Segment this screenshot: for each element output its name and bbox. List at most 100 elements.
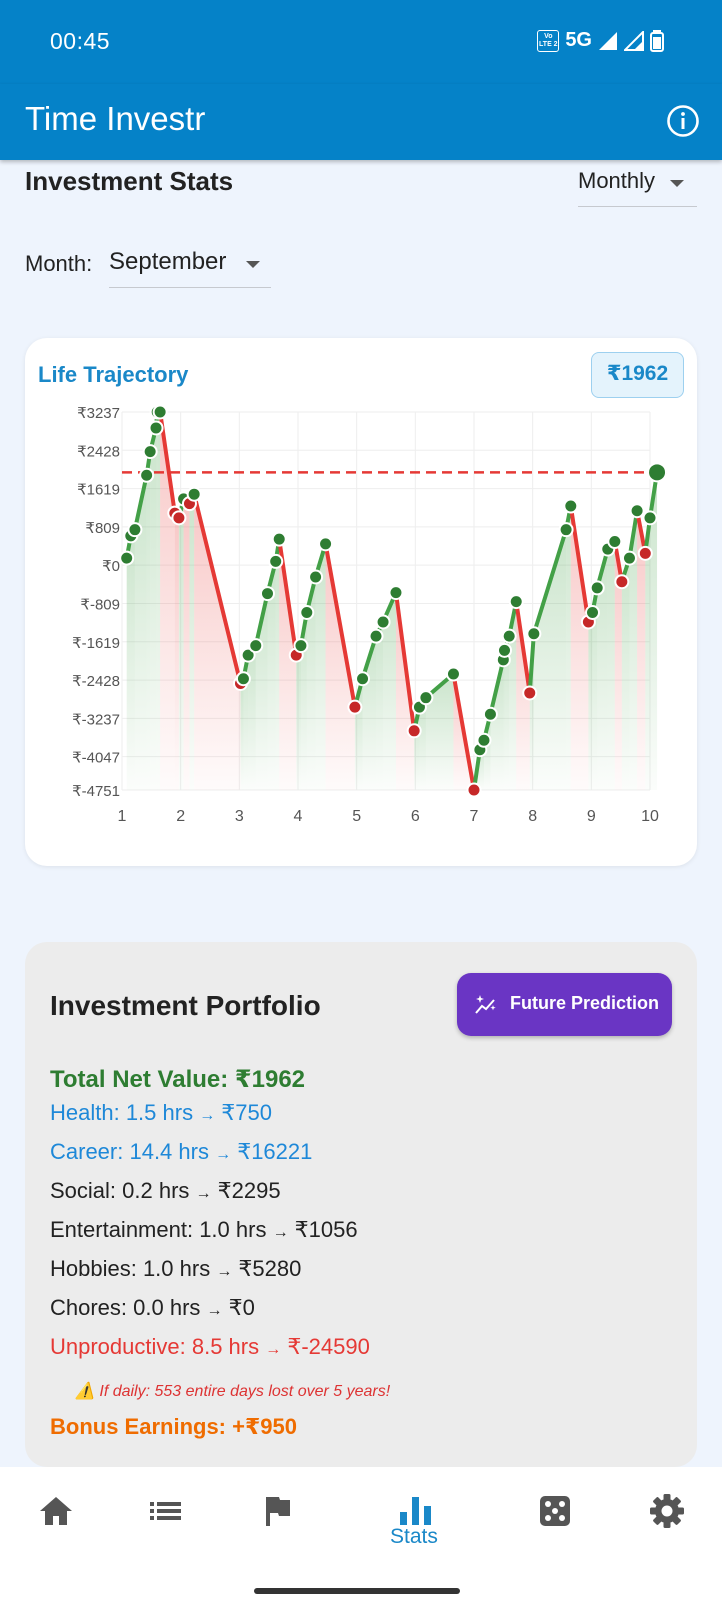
area-segment	[126, 535, 131, 790]
data-point	[637, 545, 653, 561]
network-type: 5G	[565, 29, 592, 51]
area-segment	[570, 506, 589, 790]
portfolio-card: Investment Portfolio Future Prediction T…	[25, 942, 697, 1467]
data-point	[347, 699, 363, 715]
status-time: 00:45	[50, 28, 111, 54]
x-tick-label: 10	[641, 808, 659, 825]
future-prediction-button[interactable]: Future Prediction	[457, 973, 672, 1036]
data-point	[418, 690, 434, 706]
area-segment	[607, 541, 615, 790]
portfolio-row-label: Career: 14.4 hrs	[50, 1139, 216, 1164]
status-bar: 00:45 Vo LTE 2 5G	[0, 0, 722, 84]
area-segment	[157, 412, 161, 790]
portfolio-row-entertainment: Entertainment: 1.0 hrs → ₹1056	[50, 1217, 358, 1243]
total-net-value: Total Net Value: ₹1962	[50, 1066, 306, 1093]
area-segment	[183, 498, 190, 790]
month-select[interactable]: September	[109, 246, 271, 288]
x-tick-label: 6	[411, 808, 420, 825]
area-segment	[275, 539, 280, 790]
area-segment	[174, 513, 179, 790]
data-point	[171, 510, 187, 526]
portfolio-row-label: Entertainment: 1.0 hrs	[50, 1217, 273, 1242]
signal-icon	[599, 31, 617, 50]
y-tick-label: ₹-4751	[72, 783, 120, 800]
chevron-down-icon	[246, 261, 260, 268]
home-icon[interactable]	[36, 1491, 76, 1531]
data-point	[642, 510, 658, 526]
data-point	[148, 420, 164, 436]
arrow-right-icon: →	[265, 1341, 282, 1358]
data-point	[647, 462, 668, 483]
area-segment	[425, 674, 454, 790]
home-indicator	[254, 1588, 460, 1594]
y-tick-label: ₹3237	[77, 405, 120, 422]
bonus-earnings: Bonus Earnings: +₹950	[50, 1414, 297, 1439]
area-segment	[621, 558, 630, 790]
data-point	[466, 782, 482, 798]
portfolio-row-chores: Chores: 0.0 hrs → ₹0	[50, 1295, 255, 1321]
arrow-right-icon: →	[216, 1263, 233, 1280]
x-tick-label: 5	[352, 808, 361, 825]
y-tick-label: ₹-3237	[72, 711, 120, 728]
signal-icon-2	[624, 30, 644, 51]
nav-label-stats[interactable]: Stats	[390, 1525, 438, 1549]
data-point	[607, 534, 623, 550]
portfolio-row-social: Social: 0.2 hrs → ₹2295	[50, 1178, 281, 1204]
gear-icon[interactable]	[647, 1491, 687, 1531]
y-tick-label: ₹-2428	[72, 673, 120, 690]
data-point	[563, 498, 579, 514]
data-point	[142, 444, 158, 460]
data-point	[248, 638, 264, 654]
data-point	[119, 550, 135, 566]
y-tick-label: ₹-4047	[72, 750, 120, 767]
y-tick-label: ₹1619	[77, 482, 120, 499]
portfolio-title: Investment Portfolio	[50, 990, 321, 1021]
data-point	[127, 522, 143, 538]
y-tick-label: ₹-1619	[72, 635, 120, 652]
period-select[interactable]: Monthly	[578, 166, 697, 207]
area-segment	[156, 412, 158, 790]
x-tick-label: 1	[118, 808, 127, 825]
portfolio-row-label: Social: 0.2 hrs	[50, 1178, 196, 1203]
arrow-right-icon: →	[215, 1146, 232, 1163]
chevron-down-icon	[670, 180, 684, 187]
data-point	[271, 531, 287, 547]
area-segment	[240, 678, 244, 790]
data-point	[308, 569, 324, 585]
arrow-right-icon: →	[195, 1185, 212, 1202]
portfolio-row-value: ₹2295	[211, 1178, 281, 1203]
x-tick-label: 9	[587, 808, 596, 825]
arrow-right-icon: →	[272, 1224, 289, 1241]
info-icon[interactable]	[666, 104, 700, 138]
x-tick-label: 3	[235, 808, 244, 825]
data-point	[368, 628, 384, 644]
area-segment	[130, 529, 135, 790]
data-point	[522, 685, 538, 701]
data-point	[186, 486, 202, 502]
battery-icon	[650, 29, 664, 52]
flag-icon[interactable]	[257, 1491, 297, 1531]
area-segment	[503, 650, 505, 790]
x-tick-label: 4	[294, 808, 303, 825]
y-tick-label: ₹2428	[77, 443, 120, 460]
future-prediction-label: Future Prediction	[510, 993, 660, 1013]
list-icon[interactable]	[146, 1491, 186, 1531]
period-select-value: Monthly	[578, 168, 656, 193]
x-tick-label: 8	[528, 808, 537, 825]
portfolio-row-value: ₹5280	[232, 1256, 302, 1281]
arrow-right-icon: →	[199, 1107, 216, 1124]
data-point	[268, 553, 284, 569]
data-point	[621, 550, 637, 566]
app-title: Time Investr	[25, 100, 206, 137]
arrow-right-icon: →	[206, 1302, 223, 1319]
portfolio-row-hobbies: Hobbies: 1.0 hrs → ₹5280	[50, 1256, 301, 1282]
portfolio-row-label: Unproductive: 8.5 hrs	[50, 1334, 266, 1359]
data-point	[259, 586, 275, 602]
data-point	[508, 594, 524, 610]
portfolio-row-value: ₹16221	[231, 1139, 313, 1164]
x-tick-label: 7	[470, 808, 479, 825]
dice-icon[interactable]	[535, 1491, 575, 1531]
portfolio-row-career: Career: 14.4 hrs → ₹16221	[50, 1139, 312, 1165]
life-trajectory-chart: ₹3237 ₹2428 ₹1619 ₹809 ₹0 ₹-809 ₹-1619 ₹-2428 ₹-…	[72, 404, 668, 825]
data-point	[629, 503, 645, 519]
